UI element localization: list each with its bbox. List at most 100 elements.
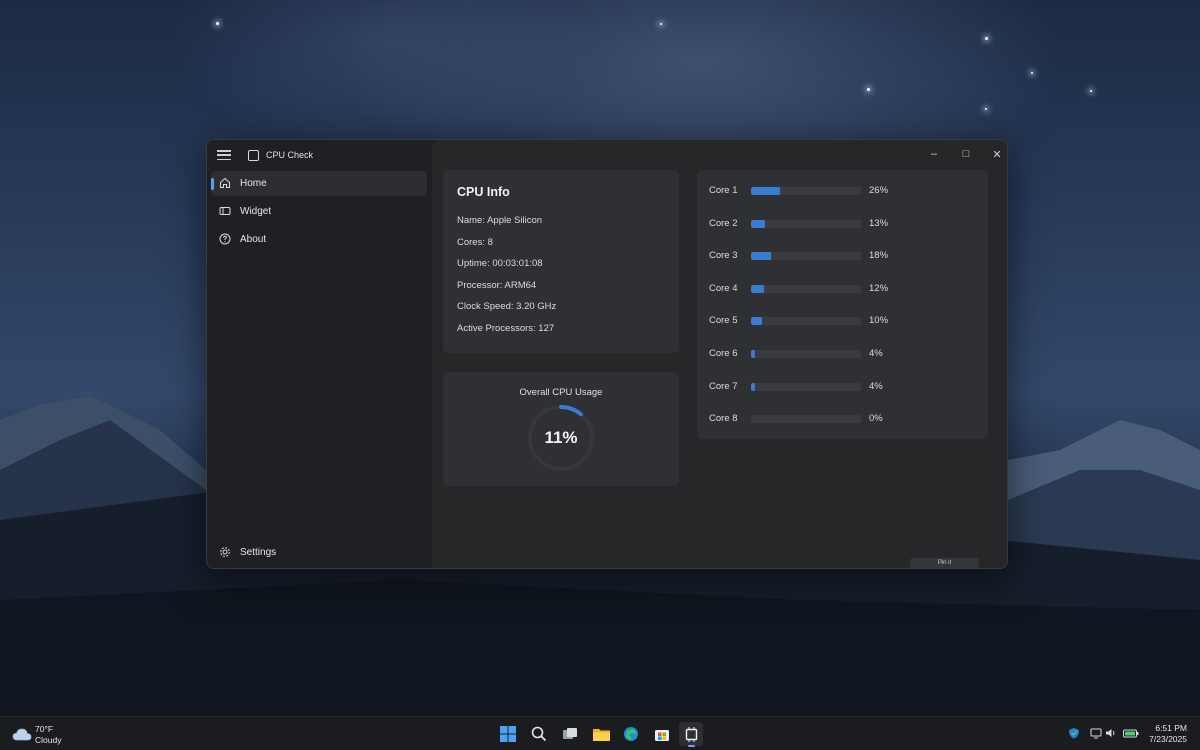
cpu-info-title: CPU Info [457,185,510,199]
home-icon [220,177,230,188]
edge-icon [624,727,638,741]
usage-label: Overall CPU Usage [519,387,603,398]
core-usage-bar-fill [751,284,765,293]
battery-tray-icon[interactable] [1123,727,1139,739]
core-usage-bar-fill [751,252,771,261]
core-name: Core 1 [709,185,738,196]
core-usage-bar-fill [751,350,756,358]
cpu-name: Name: Apple Silicon [457,215,543,226]
core-name: Core 7 [709,380,738,392]
cpu-check-taskbar-button[interactable] [679,722,703,747]
gear-icon [220,547,230,557]
cores-card: Core 1 26% Core 2 13% Core 3 18% Core 4 12% Core… [697,170,988,439]
taskbar: 70°F Cloudy 6:51 PM 7/23/2025 [0,716,1200,750]
core-usage-bar [751,415,861,424]
core-percentage: 0% [869,413,883,425]
core-percentage: 26% [869,185,889,196]
overall-usage-card: Overall CPU Usage 11% [443,372,679,486]
app-window: CPU Check Home Widget About Settings – □… [206,139,1008,569]
widget-icon [219,207,231,215]
core-usage-bar [751,284,861,293]
core-percentage: 12% [869,282,889,294]
core-row: Core 3 18% [709,249,979,263]
core-row: Core 1 26% [709,184,979,198]
maximize-button[interactable]: □ [952,144,980,164]
core-usage-bar-fill [751,187,780,195]
search-icon [531,726,547,742]
weather-widget[interactable]: 70°F Cloudy [12,722,92,746]
core-row: Core 4 12% [709,282,979,296]
core-usage-bar-fill [751,317,762,326]
search-button[interactable] [527,722,551,746]
core-name: Core 3 [709,250,738,262]
core-row: Core 7 4% [709,380,979,394]
core-name: Core 5 [709,315,738,327]
usage-value: 11% [544,428,578,447]
core-usage-bar [751,252,861,261]
cpu-cores: Cores: 8 [457,237,493,248]
clock-time: 6:51 PM [1155,723,1187,733]
minimize-button[interactable]: – [920,144,948,164]
weather-description: Cloudy [35,735,62,745]
weather-temperature: 70°F [35,724,54,734]
file-explorer-button[interactable] [589,722,613,746]
main-content: – □ ✕ CPU Info Name: Apple Silicon Cores… [432,140,1007,568]
pin-it-button[interactable]: Pin it [910,558,979,568]
battery-icon [1123,729,1139,738]
core-row: Core 6 4% [709,347,979,361]
core-name: Core 2 [709,217,738,229]
core-row: Core 8 0% [709,412,979,426]
core-name: Core 8 [709,413,738,425]
nav-item-label: About [240,234,267,245]
store-button[interactable] [650,722,674,746]
nav-item-widget[interactable]: Widget [211,199,427,224]
task-view-icon [563,728,577,739]
cloud-icon [12,728,32,741]
edge-button[interactable] [619,722,643,746]
core-usage-bar [751,219,861,228]
task-view-button[interactable] [558,722,582,746]
defender-tray-icon[interactable] [1068,727,1080,739]
clock-date: 7/23/2025 [1149,734,1187,744]
nav-pane: CPU Check Home Widget About Settings [207,140,432,568]
network-tray-icon[interactable] [1090,727,1102,739]
cpu-uptime: Uptime: 00:03:01:08 [457,258,543,269]
core-row: Core 2 13% [709,217,979,231]
network-icon [1090,728,1102,739]
volume-tray-icon[interactable] [1105,727,1117,739]
selection-indicator [211,178,214,190]
hamburger-menu-button[interactable] [217,148,231,162]
core-percentage: 13% [869,217,889,229]
core-percentage: 18% [869,250,889,262]
core-usage-bar-fill [751,219,766,228]
core-usage-bar [751,317,861,326]
core-usage-bar [751,187,861,195]
cpu-active-processors: Active Processors: 127 [457,323,555,334]
start-button[interactable] [496,722,520,746]
cpu-processor: Processor: ARM64 [457,280,537,291]
file-explorer-icon [592,728,610,741]
app-title: CPU Check [266,150,314,160]
core-row: Core 5 10% [709,314,979,328]
active-app-indicator [688,745,695,747]
nav-item-settings[interactable]: Settings [211,540,427,565]
core-percentage: 4% [869,380,883,392]
nav-item-home[interactable]: Home [211,171,427,196]
speaker-icon [1106,729,1115,737]
close-button[interactable]: ✕ [983,144,1007,164]
start-icon [500,726,516,742]
core-percentage: 4% [869,348,883,359]
store-icon [655,730,669,741]
app-icon [248,150,259,161]
core-name: Core 4 [709,282,738,294]
core-usage-bar-fill [751,382,756,391]
core-percentage: 10% [869,315,889,327]
nav-item-label: Widget [240,206,272,217]
nav-item-label: Settings [240,547,277,558]
shield-icon [1069,728,1079,739]
help-circle-icon [219,233,231,245]
cpu-clock-speed: Clock Speed: 3.20 GHz [457,301,557,312]
nav-item-label: Home [240,178,267,189]
nav-item-about[interactable]: About [211,227,427,252]
system-clock[interactable]: 6:51 PM 7/23/2025 [1149,723,1187,745]
